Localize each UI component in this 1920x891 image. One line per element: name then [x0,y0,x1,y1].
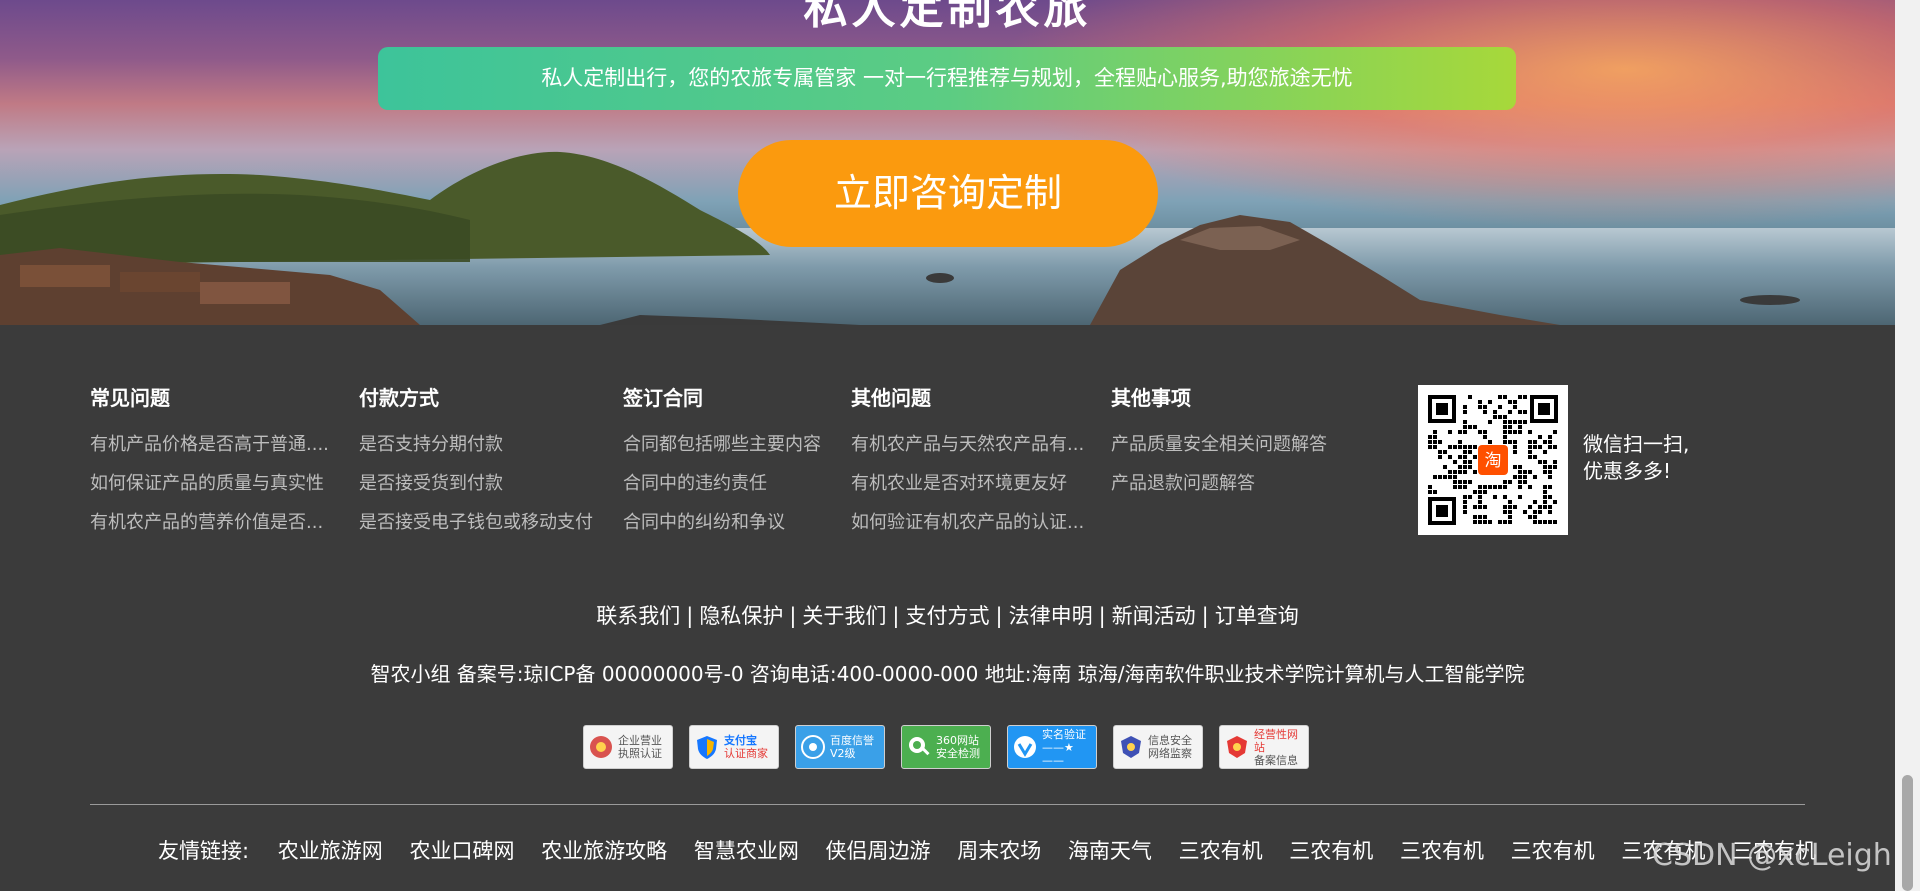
hero-title: 私人定制农旅 [803,0,1092,34]
badge-business-license[interactable]: 企业营业 执照认证 [583,725,673,769]
faq-link[interactable]: 产品退款问题解答 [1111,472,1327,496]
badge-text: 实名验证 [1042,727,1086,741]
icp-info: 智农小组 备案号:琼ICP备 00000000号-0 咨询电话:400-0000… [370,662,1525,686]
link-separator: | [1098,604,1106,628]
badge-alipay[interactable]: 支付宝 认证商家 [689,725,779,769]
wechat-qr-code: 淘 [1418,385,1568,535]
360-security-icon [909,737,930,756]
footer-link-orders[interactable]: 订单查询 [1215,604,1299,628]
faq-link[interactable]: 有机农产品与天然农产品有... [851,433,1084,457]
badge-baidu-credit[interactable]: 百度信誉 V2级 [795,725,885,769]
badge-text: 备案信息 [1254,753,1298,767]
friend-link[interactable]: 侠侣周边游 [826,839,931,863]
faq-link[interactable]: 如何保证产品的质量与真实性 [90,472,329,496]
business-license-icon [590,736,612,758]
footer-link-legal[interactable]: 法律申明 [1009,604,1093,628]
friend-link[interactable]: 三农有机 [1289,839,1373,863]
friend-link[interactable]: 农业口碑网 [409,839,514,863]
faq-column-other-questions: 其他问题 有机农产品与天然农产品有... 有机农业是否对环境更友好 如何验证有机… [851,385,1084,550]
link-separator: | [995,604,1003,628]
badge-text: 信息安全 [1148,734,1192,747]
badge-text: 安全检测 [936,747,980,760]
friend-link[interactable]: 海南天气 [1068,839,1152,863]
link-separator: | [686,604,694,628]
faq-link[interactable]: 有机农产品的营养价值是否... [90,511,329,535]
alipay-shield-icon [697,736,717,759]
friend-link[interactable]: 农业旅游网 [278,839,383,863]
faq-link[interactable]: 合同都包括哪些主要内容 [623,433,821,457]
faq-link[interactable]: 产品质量安全相关问题解答 [1111,433,1327,457]
footer-link-contact[interactable]: 联系我们 [596,604,680,628]
badge-text: 企业营业 [618,734,662,747]
faq-column-title: 其他问题 [851,386,931,410]
friend-link[interactable]: 农业旅游攻略 [541,839,667,863]
friend-link[interactable]: 三农有机 [1179,839,1263,863]
footer-link-about[interactable]: 关于我们 [802,604,886,628]
faq-link[interactable]: 是否接受货到付款 [359,472,593,496]
friend-link[interactable]: 智慧农业网 [694,839,799,863]
faq-link[interactable]: 是否支持分期付款 [359,433,593,457]
page-scrollbar[interactable] [1895,0,1920,891]
footer-link-privacy[interactable]: 隐私保护 [699,604,783,628]
badge-info-security[interactable]: 信息安全 网络监察 [1113,725,1203,769]
footer-divider [90,804,1805,805]
badge-text: 支付宝 [724,734,757,747]
baidu-credit-icon [801,735,825,759]
faq-column-title: 常见问题 [90,386,170,410]
qr-caption-line1: 微信扫一扫, [1583,432,1690,456]
footer-nav-links: 联系我们 | 隐私保护 | 关于我们 | 支付方式 | 法律申明 | 新闻活动 | 订单查询 [0,600,1895,630]
badge-text: 经营性网站 [1254,727,1298,754]
badge-text: 执照认证 [618,747,662,760]
qr-caption: 微信扫一扫, 优惠多多! [1583,431,1689,485]
realname-verify-icon [1014,736,1036,758]
certification-badges: 企业营业 执照认证 支付宝 认证商家 百度信誉 V2级 360网站 安全检测 实名验证 —… [583,725,1309,771]
faq-column-title: 签订合同 [623,386,703,410]
faq-column-payment: 付款方式 是否支持分期付款 是否接受货到付款 是否接受电子钱包或移动支付 [359,385,593,550]
faq-column-common: 常见问题 有机产品价格是否高于普通.... 如何保证产品的质量与真实性 有机农产… [90,385,329,550]
qr-caption-line2: 优惠多多! [1583,459,1672,483]
friend-link[interactable]: 三农有机 [1400,839,1484,863]
badge-text: 网络监察 [1148,747,1192,760]
badge-text: 认证商家 [724,747,768,760]
record-info-icon [1227,736,1247,758]
site-footer: 常见问题 有机产品价格是否高于普通.... 如何保证产品的质量与真实性 有机农产… [0,325,1895,891]
faq-column-title: 付款方式 [359,386,439,410]
friend-link[interactable]: 三农有机 [1511,839,1595,863]
footer-link-news[interactable]: 新闻活动 [1112,604,1196,628]
faq-link[interactable]: 合同中的纠纷和争议 [623,511,821,535]
csdn-watermark: CSDN @xcLeigh [1652,838,1892,873]
consult-customize-button[interactable]: 立即咨询定制 [738,140,1158,247]
friend-links: 友情链接: 农业旅游网 农业口碑网 农业旅游攻略 智慧农业网 侠侣周边游 周末农… [158,835,1836,865]
faq-link[interactable]: 有机农业是否对环境更友好 [851,472,1084,496]
friend-link[interactable]: 周末农场 [957,839,1041,863]
badge-text: ——★—— [1042,740,1074,767]
qr-center-label: 淘 [1485,451,1502,471]
hero-banner: 私人定制农旅 私人定制出行，您的农旅专属管家 一对一行程推荐与规划，全程贴心服务… [0,0,1895,325]
faq-link[interactable]: 合同中的违约责任 [623,472,821,496]
badge-text: 360网站 [936,734,979,747]
faq-link[interactable]: 是否接受电子钱包或移动支付 [359,511,593,535]
police-badge-icon [1121,736,1141,758]
scrollbar-thumb[interactable] [1902,775,1913,891]
faq-column-contract: 签订合同 合同都包括哪些主要内容 合同中的违约责任 合同中的纠纷和争议 [623,385,821,550]
badge-realname-verify[interactable]: 实名验证 ——★—— [1007,725,1097,769]
link-separator: | [789,604,797,628]
faq-link[interactable]: 有机产品价格是否高于普通.... [90,433,329,457]
qr-code-icon: 淘 [1418,385,1568,535]
link-separator: | [1201,604,1209,628]
faq-link[interactable]: 如何验证有机农产品的认证... [851,511,1084,535]
friend-links-label: 友情链接: [158,839,250,863]
badge-text: V2级 [830,747,856,760]
hero-slogan: 私人定制出行，您的农旅专属管家 一对一行程推荐与规划，全程贴心服务,助您旅途无忧 [378,47,1516,110]
faq-column-other-matters: 其他事项 产品质量安全相关问题解答 产品退款问题解答 [1111,385,1327,511]
badge-record-info[interactable]: 经营性网站 备案信息 [1219,725,1309,769]
badge-360-security[interactable]: 360网站 安全检测 [901,725,991,769]
badge-text: 百度信誉 [830,734,874,747]
footer-link-payment[interactable]: 支付方式 [906,604,990,628]
faq-column-title: 其他事项 [1111,386,1191,410]
link-separator: | [892,604,900,628]
